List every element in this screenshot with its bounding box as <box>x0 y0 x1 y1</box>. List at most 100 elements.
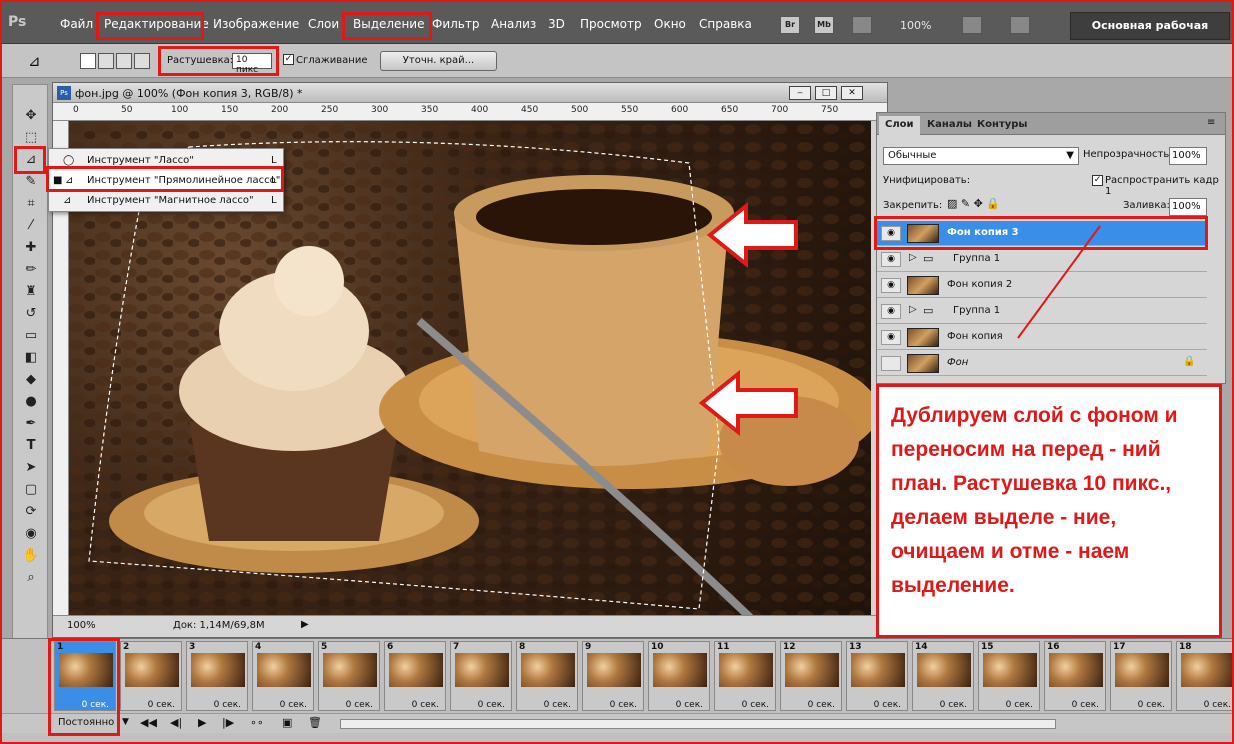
arrange-docs-icon[interactable] <box>962 16 982 34</box>
timeline-frame[interactable]: 6 0 сек. <box>384 641 446 711</box>
frame-delay[interactable]: 0 сек. <box>214 700 241 710</box>
timeline-frame[interactable]: 12 0 сек. <box>780 641 842 711</box>
eye-icon[interactable] <box>881 356 901 371</box>
workspace-button[interactable]: Основная рабочая среда <box>1070 12 1230 58</box>
frame-delay[interactable]: 0 сек. <box>676 700 703 710</box>
tab-channels[interactable]: Каналы <box>921 116 978 135</box>
eye-icon[interactable]: ◉ <box>881 252 901 267</box>
screen-mode-icon[interactable] <box>1010 16 1030 34</box>
menu-help[interactable]: Справка <box>699 17 752 31</box>
stamp-tool-icon[interactable]: ♜ <box>21 283 41 301</box>
timeline-frame[interactable]: 17 0 сек. <box>1110 641 1172 711</box>
maximize-button[interactable]: □ <box>815 86 837 100</box>
dodge-icon[interactable]: ● <box>21 393 41 411</box>
timeline-frame[interactable]: 14 0 сек. <box>912 641 974 711</box>
next-frame-icon[interactable]: |▶ <box>222 716 234 729</box>
panel-menu-icon[interactable]: ≡ <box>1207 117 1215 128</box>
menu-analysis[interactable]: Анализ <box>491 17 536 31</box>
menu-window[interactable]: Окно <box>654 17 686 31</box>
delete-frame-icon[interactable]: 🗑 <box>308 716 322 729</box>
frame-delay[interactable]: 0 сек. <box>1138 700 1165 710</box>
tab-paths[interactable]: Контуры <box>971 116 1033 135</box>
menu-filter[interactable]: Фильтр <box>432 17 479 31</box>
frame-delay[interactable]: 0 сек. <box>1006 700 1033 710</box>
subtract-selection-icon[interactable] <box>116 53 132 69</box>
timeline-frame[interactable]: 4 0 сек. <box>252 641 314 711</box>
timeline-frame[interactable]: 18 0 сек. <box>1176 641 1234 711</box>
zoom-tool-icon[interactable]: ⌕ <box>21 569 41 587</box>
3d-camera-icon[interactable]: ◉ <box>21 525 41 543</box>
play-icon[interactable]: ▶ <box>198 716 206 729</box>
menu-3d[interactable]: 3D <box>548 17 565 31</box>
eye-icon[interactable]: ◉ <box>881 330 901 345</box>
opacity-input[interactable]: 100% <box>1169 147 1207 165</box>
timeline-frame[interactable]: 11 0 сек. <box>714 641 776 711</box>
marquee-tool-icon[interactable]: ⬚ <box>21 129 41 147</box>
timeline-frame[interactable]: 13 0 сек. <box>846 641 908 711</box>
layer-row[interactable]: Фон 🔒 <box>877 351 1207 376</box>
frame-delay[interactable]: 0 сек. <box>478 700 505 710</box>
menu-view[interactable]: Просмотр <box>580 17 642 31</box>
timeline-frame[interactable]: 2 0 сек. <box>120 641 182 711</box>
menu-file[interactable]: Файл <box>60 17 93 31</box>
menu-layers[interactable]: Слои <box>308 17 339 31</box>
timeline-frame[interactable]: 3 0 сек. <box>186 641 248 711</box>
frame-delay[interactable]: 0 сек. <box>280 700 307 710</box>
status-zoom[interactable]: 100% <box>67 620 96 631</box>
mini-bridge-button[interactable]: Mb <box>814 16 834 34</box>
3d-rotate-icon[interactable]: ⟳ <box>21 503 41 521</box>
loop-dropdown-icon[interactable]: ▼ <box>122 717 129 727</box>
tween-icon[interactable]: ∘∘ <box>250 716 264 729</box>
blend-mode-select[interactable]: Обычные ▼ <box>883 147 1079 165</box>
frame-delay[interactable]: 0 сек. <box>1204 700 1231 710</box>
timeline-frame[interactable]: 15 0 сек. <box>978 641 1040 711</box>
expand-arrow-icon[interactable]: ▷ <box>909 304 917 315</box>
brush-tool-icon[interactable]: ✏ <box>21 261 41 279</box>
lock-icons[interactable]: ▨ ✎ ✥ 🔒 <box>947 197 1000 210</box>
expand-arrow-icon[interactable]: ▷ <box>909 252 917 263</box>
timeline-frame[interactable]: 10 0 сек. <box>648 641 710 711</box>
frame-delay[interactable]: 0 сек. <box>412 700 439 710</box>
eraser-icon[interactable]: ▭ <box>21 327 41 345</box>
quick-select-icon[interactable]: ✎ <box>21 173 41 191</box>
bridge-button[interactable]: Br <box>780 16 800 34</box>
blur-icon[interactable]: ◆ <box>21 371 41 389</box>
gradient-icon[interactable]: ◧ <box>21 349 41 367</box>
crop-tool-icon[interactable]: ⌗ <box>21 195 41 213</box>
propagate-checkbox[interactable]: ✓ <box>1092 175 1103 186</box>
first-frame-icon[interactable]: ◀◀ <box>140 716 157 729</box>
tab-layers[interactable]: Слои <box>879 116 920 135</box>
new-frame-icon[interactable]: ▣ <box>282 716 292 729</box>
timeline-frame[interactable]: 8 0 сек. <box>516 641 578 711</box>
prev-frame-icon[interactable]: ◀| <box>170 716 182 729</box>
hand-tool-icon[interactable]: ✋ <box>21 547 41 565</box>
refine-edge-button[interactable]: Уточн. край... <box>380 51 497 71</box>
frame-delay[interactable]: 0 сек. <box>808 700 835 710</box>
frame-delay[interactable]: 0 сек. <box>610 700 637 710</box>
path-select-icon[interactable]: ➤ <box>21 459 41 477</box>
pen-tool-icon[interactable]: ✒ <box>21 415 41 433</box>
intersect-selection-icon[interactable] <box>134 53 150 69</box>
frame-delay[interactable]: 0 сек. <box>544 700 571 710</box>
add-selection-icon[interactable] <box>98 53 114 69</box>
fill-input[interactable]: 100% <box>1169 198 1207 216</box>
shape-tool-icon[interactable]: ▢ <box>21 481 41 499</box>
frame-delay[interactable]: 0 сек. <box>874 700 901 710</box>
healing-brush-icon[interactable]: ✚ <box>21 239 41 257</box>
menu-image[interactable]: Изображение <box>213 17 299 31</box>
frame-delay[interactable]: 0 сек. <box>1072 700 1099 710</box>
polygonal-lasso-icon[interactable]: ⊿ <box>28 52 41 70</box>
timeline-scrollbar[interactable] <box>340 719 1056 729</box>
move-tool-icon[interactable]: ✥ <box>21 107 41 125</box>
frame-delay[interactable]: 0 сек. <box>940 700 967 710</box>
zoom-level[interactable]: 100% <box>900 19 931 32</box>
minimize-button[interactable]: ‒ <box>789 86 811 100</box>
eye-icon[interactable]: ◉ <box>881 278 901 293</box>
status-menu-arrow-icon[interactable]: ▶ <box>301 619 309 630</box>
timeline-frame[interactable]: 16 0 сек. <box>1044 641 1106 711</box>
frame-delay[interactable]: 0 сек. <box>346 700 373 710</box>
frame-delay[interactable]: 0 сек. <box>742 700 769 710</box>
antialias-checkbox[interactable]: ✓ <box>283 54 294 65</box>
frame-delay[interactable]: 0 сек. <box>148 700 175 710</box>
timeline-frame[interactable]: 9 0 сек. <box>582 641 644 711</box>
